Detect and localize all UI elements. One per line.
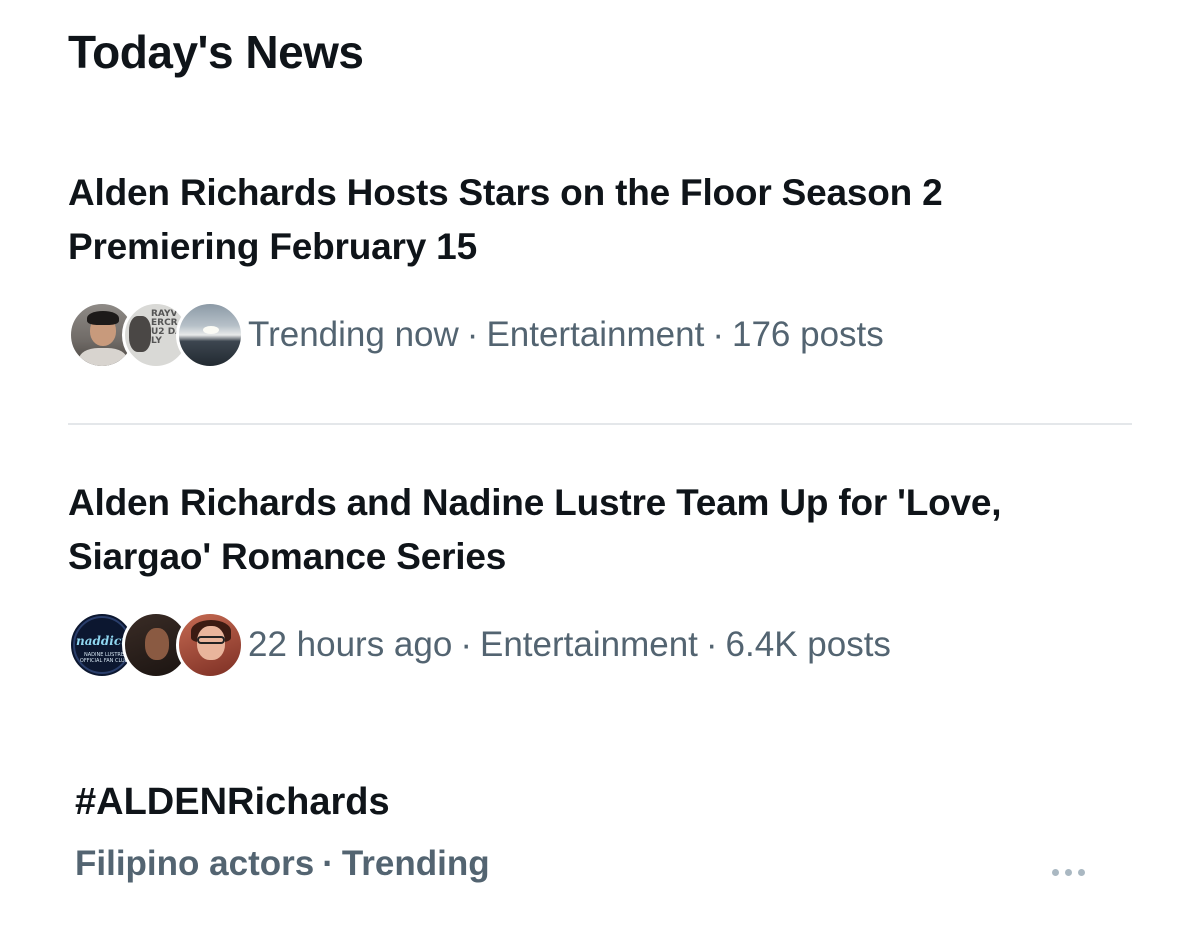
news-time: Trending now bbox=[248, 315, 459, 354]
divider bbox=[68, 423, 1132, 425]
news-meta: naddicts NADINE LUSTRE OFFICIAL FAN CLUB… bbox=[68, 608, 1132, 682]
avatar-stack: naddicts NADINE LUSTRE OFFICIAL FAN CLUB bbox=[68, 611, 248, 679]
separator: · bbox=[712, 315, 724, 354]
separator: · bbox=[466, 315, 479, 354]
news-headline[interactable]: Alden Richards and Nadine Lustre Team Up… bbox=[68, 476, 1132, 584]
news-meta: RAYV ERCR U2 DA LY Trending now · Entertai… bbox=[68, 298, 1132, 372]
separator: · bbox=[322, 844, 334, 883]
news-headline[interactable]: Alden Richards Hosts Stars on the Floor … bbox=[68, 166, 1132, 274]
more-horizontal-icon bbox=[1051, 868, 1085, 876]
avatar bbox=[176, 301, 244, 369]
separator: · bbox=[460, 625, 472, 664]
avatar bbox=[176, 611, 244, 679]
news-meta-text: 22 hours ago · Entertainment · 6.4K posts bbox=[248, 623, 891, 667]
news-item[interactable]: Alden Richards and Nadine Lustre Team Up… bbox=[68, 476, 1132, 682]
news-time: 22 hours ago bbox=[248, 625, 453, 664]
separator: · bbox=[705, 625, 718, 664]
avatar-stack: RAYV ERCR U2 DA LY bbox=[68, 301, 248, 369]
trend-context: Filipino actors bbox=[75, 844, 315, 883]
news-meta-text: Trending now · Entertainment · 176 posts bbox=[248, 313, 884, 357]
section-title: Today's News bbox=[68, 26, 364, 78]
trend-name[interactable]: #ALDENRichards bbox=[75, 776, 1085, 828]
news-category: Entertainment bbox=[479, 625, 698, 664]
news-post-count: 176 posts bbox=[732, 315, 884, 354]
news-post-count: 6.4K posts bbox=[725, 625, 891, 664]
news-category: Entertainment bbox=[486, 315, 705, 354]
trend-item[interactable]: #ALDENRichards Filipino actors · Trending bbox=[75, 776, 1085, 886]
trend-meta: Filipino actors · Trending bbox=[75, 842, 1085, 886]
news-item[interactable]: Alden Richards Hosts Stars on the Floor … bbox=[68, 166, 1132, 372]
more-options-button[interactable] bbox=[1044, 852, 1092, 892]
trend-status: Trending bbox=[341, 844, 490, 883]
